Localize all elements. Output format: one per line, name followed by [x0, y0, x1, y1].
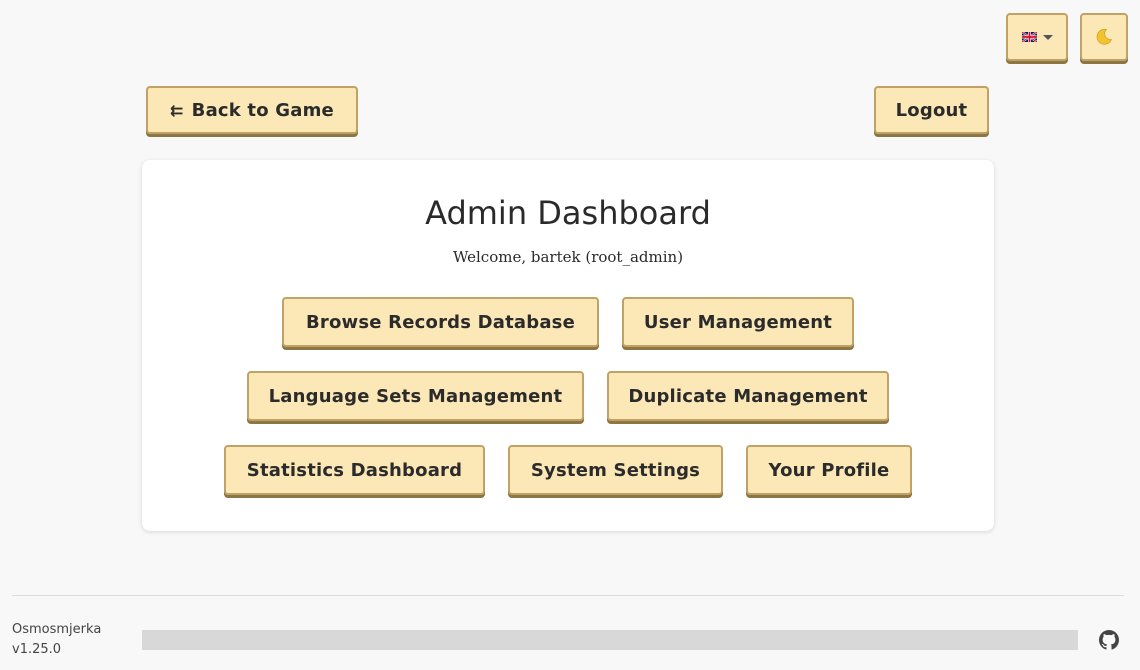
browse-records-button[interactable]: Browse Records Database [282, 297, 599, 347]
language-sets-button[interactable]: Language Sets Management [247, 371, 584, 421]
duplicate-management-button[interactable]: Duplicate Management [607, 371, 889, 421]
back-to-game-label: Back to Game [191, 99, 334, 121]
back-to-game-button[interactable]: ⇇ Back to Game [146, 86, 358, 134]
page-title: Admin Dashboard [425, 194, 711, 232]
admin-page: ⇇ Back to Game Logout Admin Dashboard We… [0, 0, 1140, 670]
system-settings-button[interactable]: System Settings [508, 445, 723, 495]
logout-button[interactable]: Logout [874, 86, 989, 134]
footer-bar [142, 630, 1078, 650]
chevron-down-icon [1042, 34, 1053, 40]
statistics-dashboard-button[interactable]: Statistics Dashboard [224, 445, 485, 495]
theme-toggle-button[interactable] [1080, 13, 1128, 61]
app-name: Osmosmjerka [12, 622, 102, 637]
welcome-text: Welcome, bartek (root_admin) [452, 248, 684, 266]
footer-divider [12, 595, 1124, 596]
back-arrow-icon: ⇇ [170, 100, 184, 120]
uk-flag-icon [1021, 32, 1037, 42]
app-version: v1.25.0 [12, 642, 62, 657]
user-management-button[interactable]: User Management [622, 297, 854, 347]
moon-icon [1096, 28, 1113, 45]
your-profile-button[interactable]: Your Profile [746, 445, 912, 495]
github-icon[interactable] [1099, 630, 1119, 650]
language-selector[interactable] [1006, 13, 1068, 61]
admin-dashboard-card: Admin Dashboard Welcome, bartek (root_ad… [142, 160, 994, 531]
